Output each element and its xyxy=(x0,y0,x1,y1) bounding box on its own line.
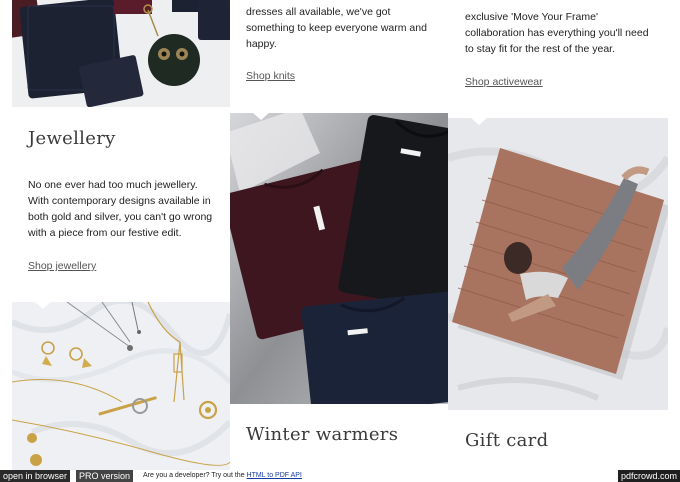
developer-promo-text: Are you a developer? Try out the xyxy=(143,472,245,479)
html-to-pdf-api-link[interactable]: HTML to PDF API xyxy=(247,472,302,479)
open-in-browser-button[interactable]: open in browser xyxy=(0,470,71,482)
shop-activewear-link[interactable]: Shop activewear xyxy=(465,76,543,88)
pro-version-button[interactable]: PRO version xyxy=(76,470,134,482)
gift-card-heading: Gift card xyxy=(465,430,549,451)
jewellery-desc-line-3: both gold and silver, you can't go wrong xyxy=(28,211,213,223)
product-column-1: Jewellery No one ever had too much jewel… xyxy=(12,0,230,470)
pdfcrowd-brand-link[interactable]: pdfcrowd.com xyxy=(617,470,680,482)
activewear-desc-line-1: exclusive 'Move Your Frame' xyxy=(465,11,598,23)
knits-desc-line-1: dresses all available, we've got xyxy=(246,6,391,18)
accessories-illustration xyxy=(12,0,230,107)
jewellery-desc-line-2: With contemporary designs available in xyxy=(28,195,211,207)
gift-card-illustration xyxy=(448,118,668,410)
winter-warmers-heading: Winter warmers xyxy=(246,424,399,445)
jewellery-heading: Jewellery xyxy=(28,128,116,149)
activewear-desc-line-3: to stay fit for the rest of the year. xyxy=(465,43,615,55)
jewellery-description: No one ever had too much jewellery. With… xyxy=(28,177,228,241)
winter-warmers-image[interactable] xyxy=(230,113,448,404)
developer-promo: Are you a developer? Try out the HTML to… xyxy=(143,471,302,481)
gift-card-image[interactable] xyxy=(448,118,668,410)
image-notch xyxy=(470,118,488,125)
image-notch xyxy=(252,113,270,120)
shop-knits-link[interactable]: Shop knits xyxy=(246,70,295,82)
activewear-description: exclusive 'Move Your Frame' collaboratio… xyxy=(465,9,665,57)
jewellery-image[interactable] xyxy=(12,302,230,470)
activewear-desc-line-2: collaboration has everything you'll need xyxy=(465,27,649,39)
knitwear-illustration xyxy=(230,113,448,404)
knits-description: dresses all available, we've got somethi… xyxy=(246,4,444,52)
shop-jewellery-link[interactable]: Shop jewellery xyxy=(28,260,96,272)
product-column-2: dresses all available, we've got somethi… xyxy=(230,0,448,470)
jewellery-illustration xyxy=(12,302,230,470)
accessories-image[interactable] xyxy=(12,0,230,107)
image-notch xyxy=(34,302,52,309)
jewellery-desc-line-1: No one ever had too much jewellery. xyxy=(28,179,198,191)
product-column-3: exclusive 'Move Your Frame' collaboratio… xyxy=(448,0,668,470)
knits-desc-line-2: something to keep everyone warm and xyxy=(246,22,427,34)
jewellery-desc-line-4: with a piece from our festive edit. xyxy=(28,227,182,239)
knits-desc-line-3: happy. xyxy=(246,38,277,50)
